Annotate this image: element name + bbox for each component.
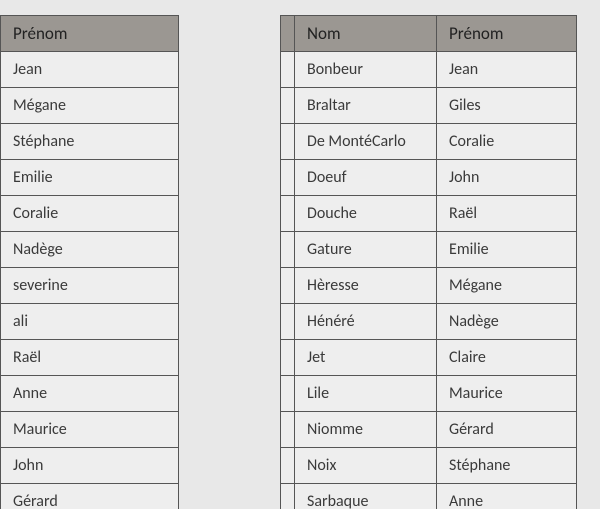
cell-prenom: John [1, 448, 179, 484]
cell-prenom: Jean [1, 52, 179, 88]
cell-nom: Jet [295, 340, 437, 376]
cell-prenom: Maurice [437, 376, 577, 412]
cell-prenom: Claire [437, 340, 577, 376]
table-row: GatureEmilie [281, 232, 577, 268]
table-header-row: Nom Prénom [281, 16, 577, 52]
table-row: Mégane [0, 88, 179, 124]
table-row: NoixStéphane [281, 448, 577, 484]
table-row: Emilie [0, 160, 179, 196]
cell-nom: Doeuf [295, 160, 437, 196]
cell-prenom: John [437, 160, 577, 196]
table-header-row: Prénom [0, 16, 179, 52]
cell-prenom: Stéphane [437, 448, 577, 484]
cell-prenom: Gérard [437, 412, 577, 448]
cell-prenom: Gérard [1, 484, 179, 509]
cell-nom: De MontéCarlo [295, 124, 437, 160]
header-prenom: Prénom [437, 16, 577, 52]
cell-prenom: Giles [437, 88, 577, 124]
table-row: John [0, 448, 179, 484]
cell-prenom: Raël [437, 196, 577, 232]
cell-nom: Braltar [295, 88, 437, 124]
right-table: Nom Prénom BonbeurJean BraltarGiles De M… [280, 15, 577, 509]
cell-prenom: Emilie [437, 232, 577, 268]
cell-prenom: Anne [437, 484, 577, 509]
cell-prenom: Nadège [1, 232, 179, 268]
cell-nom: Sarbaque [295, 484, 437, 509]
table-row: Stéphane [0, 124, 179, 160]
table-row: DoucheRaël [281, 196, 577, 232]
table-row: Coralie [0, 196, 179, 232]
cell-prenom: Nadège [437, 304, 577, 340]
cell-prenom: Coralie [1, 196, 179, 232]
cell-nom: Douche [295, 196, 437, 232]
cell-prenom: Mégane [1, 88, 179, 124]
cell-prenom: Raël [1, 340, 179, 376]
table-row: NiommeGérard [281, 412, 577, 448]
cell-prenom: Anne [1, 376, 179, 412]
table-row: Maurice [0, 412, 179, 448]
table-row: BraltarGiles [281, 88, 577, 124]
left-table: Prénom Jean Mégane Stéphane Emilie Coral… [0, 15, 179, 509]
cell-prenom: Emilie [1, 160, 179, 196]
table-row: Gérard [0, 484, 179, 509]
cell-prenom: Jean [437, 52, 577, 88]
table-row: Nadège [0, 232, 179, 268]
table-row: ali [0, 304, 179, 340]
table-row: Anne [0, 376, 179, 412]
cell-prenom: Maurice [1, 412, 179, 448]
cell-prenom: Stéphane [1, 124, 179, 160]
cell-nom: Niomme [295, 412, 437, 448]
header-nom: Nom [295, 16, 437, 52]
cell-prenom: Coralie [437, 124, 577, 160]
table-row: Raël [0, 340, 179, 376]
table-row: HèresseMégane [281, 268, 577, 304]
table-row: Jean [0, 52, 179, 88]
cell-prenom: ali [1, 304, 179, 340]
cell-prenom: severine [1, 268, 179, 304]
header-prenom: Prénom [1, 16, 179, 52]
cell-nom: Hénéré [295, 304, 437, 340]
cell-nom: Noix [295, 448, 437, 484]
table-row: SarbaqueAnne [281, 484, 577, 509]
cell-nom: Gature [295, 232, 437, 268]
cell-prenom: Mégane [437, 268, 577, 304]
header-stub [281, 16, 295, 52]
table-row: HénéréNadège [281, 304, 577, 340]
table-row: BonbeurJean [281, 52, 577, 88]
cell-nom: Hèresse [295, 268, 437, 304]
table-row: De MontéCarloCoralie [281, 124, 577, 160]
table-row: severine [0, 268, 179, 304]
table-row: DoeufJohn [281, 160, 577, 196]
cell-nom: Lile [295, 376, 437, 412]
table-row: JetClaire [281, 340, 577, 376]
table-row: LileMaurice [281, 376, 577, 412]
cell-nom: Bonbeur [295, 52, 437, 88]
